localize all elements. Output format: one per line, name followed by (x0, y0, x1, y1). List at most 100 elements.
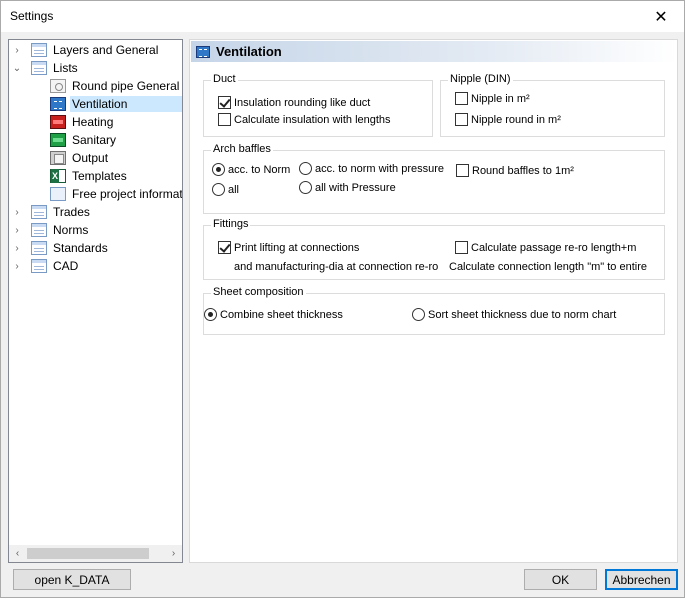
group-title: Arch baffles (211, 143, 273, 155)
radio-label: acc. to Norm (228, 163, 291, 176)
horizontal-scrollbar[interactable]: ‹ › (9, 545, 182, 562)
acc-norm-pressure-radio[interactable]: acc. to norm with pressure (299, 162, 444, 175)
checkbox-label: Nipple round in m² (471, 113, 561, 126)
insulation-rounding-checkbox[interactable]: Insulation rounding like duct (218, 96, 370, 109)
checkbox-label: Calculate insulation with lengths (234, 113, 391, 126)
tree-item-output[interactable]: Output (50, 149, 110, 167)
pipe-icon (50, 79, 66, 93)
group-title: Duct (211, 73, 238, 85)
tree-item-label: Templates (72, 169, 127, 183)
checkbox-box[interactable] (456, 164, 469, 177)
checkbox-label: Print lifting at connections (234, 241, 360, 254)
radio-circle[interactable] (299, 181, 312, 194)
tree-item-standards[interactable]: › Standards (11, 239, 110, 257)
tree-item-lists[interactable]: ⌄ Lists (11, 59, 80, 77)
all-radio[interactable]: all (212, 183, 239, 196)
chevron-right-icon[interactable]: › (11, 261, 23, 272)
radio-label: acc. to norm with pressure (315, 162, 444, 175)
excel-icon (50, 169, 66, 183)
acc-norm-radio[interactable]: acc. to Norm (212, 163, 290, 176)
group-duct: Duct Insulation rounding like duct Calcu… (203, 73, 433, 137)
calc-insulation-checkbox[interactable]: Calculate insulation with lengths (218, 113, 391, 126)
ok-button[interactable]: OK (524, 569, 597, 590)
tree-item-label: Lists (53, 61, 78, 75)
checkbox-box[interactable] (455, 241, 468, 254)
table-icon (31, 223, 47, 237)
radio-circle[interactable] (204, 308, 217, 321)
checkbox-label: Insulation rounding like duct (234, 96, 371, 109)
checkbox-label: Calculate passage re-ro length+m (471, 241, 637, 254)
radio-circle[interactable] (212, 163, 225, 176)
scroll-right-icon[interactable]: › (165, 545, 182, 562)
close-icon[interactable]: ✕ (638, 1, 684, 32)
open-kdata-button[interactable]: open K_DATA (13, 569, 131, 590)
tree-item-round-pipe-general[interactable]: Round pipe General (50, 77, 181, 95)
tree-item-trades[interactable]: › Trades (11, 203, 92, 221)
tree-item-label: Round pipe General (72, 79, 180, 93)
tree-item-label: Sanitary (72, 133, 117, 147)
nipple-round-checkbox[interactable]: Nipple round in m² (455, 113, 561, 126)
radio-label: Sort sheet thickness due to norm chart (428, 308, 617, 321)
calc-passage-continuation: Calculate connection length "m" to entir… (449, 261, 647, 273)
sort-sheet-radio[interactable]: Sort sheet thickness due to norm chart (412, 308, 616, 321)
group-nipple: Nipple (DIN) Nipple in m² Nipple round i… (440, 73, 665, 137)
ventilation-icon (196, 45, 210, 58)
tree-item-heating[interactable]: Heating (50, 113, 115, 131)
document-icon (50, 187, 66, 201)
radio-label: all with Pressure (315, 181, 396, 194)
group-title: Nipple (DIN) (448, 73, 513, 85)
tree-item-cad[interactable]: › CAD (11, 257, 80, 275)
checkbox-box[interactable] (218, 113, 231, 126)
title-bar: Settings ✕ (1, 1, 684, 32)
chevron-down-icon[interactable]: ⌄ (11, 63, 23, 74)
tree-item-label: Ventilation (70, 96, 182, 112)
all-pressure-radio[interactable]: all with Pressure (299, 181, 396, 194)
group-title: Fittings (211, 218, 251, 230)
checkbox-box[interactable] (455, 113, 468, 126)
chevron-right-icon[interactable]: › (11, 225, 23, 236)
panel-title: Ventilation (216, 44, 282, 59)
sanitary-icon (50, 133, 66, 147)
scrollbar-thumb[interactable] (27, 548, 149, 559)
table-icon (31, 61, 47, 75)
ventilation-icon (50, 97, 66, 111)
tree-item-layers-general[interactable]: › Layers and General (11, 41, 160, 59)
scroll-left-icon[interactable]: ‹ (9, 545, 26, 562)
print-lifting-checkbox[interactable]: Print lifting at connections (218, 241, 359, 254)
tree-item-templates[interactable]: Templates (50, 167, 129, 185)
checkbox-box[interactable] (218, 241, 231, 254)
print-lifting-continuation: and manufacturing-dia at connection re-r… (234, 261, 439, 273)
nipple-m2-checkbox[interactable]: Nipple in m² (455, 92, 530, 105)
tree-item-ventilation[interactable]: Ventilation (50, 95, 182, 113)
radio-circle[interactable] (299, 162, 312, 175)
radio-circle[interactable] (412, 308, 425, 321)
checkbox-box[interactable] (218, 96, 231, 109)
settings-panel: Ventilation Duct Insulation rounding lik… (189, 39, 678, 563)
tree-item-label: Standards (53, 241, 108, 255)
chevron-right-icon[interactable]: › (11, 45, 23, 56)
settings-tree[interactable]: › Layers and General ⌄ Lists Round pipe … (8, 39, 183, 563)
combine-sheet-radio[interactable]: Combine sheet thickness (204, 308, 343, 321)
table-icon (31, 43, 47, 57)
tree-item-free-project-info[interactable]: Free project informat (50, 185, 182, 203)
group-title: Sheet composition (211, 286, 306, 298)
table-icon (31, 205, 47, 219)
tree-item-norms[interactable]: › Norms (11, 221, 90, 239)
radio-label: all (228, 183, 240, 196)
tree-item-label: Norms (53, 223, 89, 237)
tree-item-sanitary[interactable]: Sanitary (50, 131, 118, 149)
radio-label: Combine sheet thickness (220, 308, 343, 321)
output-icon (50, 151, 66, 165)
cancel-button[interactable]: Abbrechen (605, 569, 678, 590)
checkbox-box[interactable] (455, 92, 468, 105)
radio-circle[interactable] (212, 183, 225, 196)
table-icon (31, 241, 47, 255)
chevron-right-icon[interactable]: › (11, 207, 23, 218)
round-baffles-checkbox[interactable]: Round baffles to 1m² (456, 164, 574, 177)
chevron-right-icon[interactable]: › (11, 243, 23, 254)
calc-passage-checkbox[interactable]: Calculate passage re-ro length+m (455, 241, 636, 254)
heating-icon (50, 115, 66, 129)
checkbox-label: Nipple in m² (471, 92, 530, 105)
panel-header: Ventilation (191, 41, 677, 62)
tree-item-label: CAD (53, 259, 79, 273)
